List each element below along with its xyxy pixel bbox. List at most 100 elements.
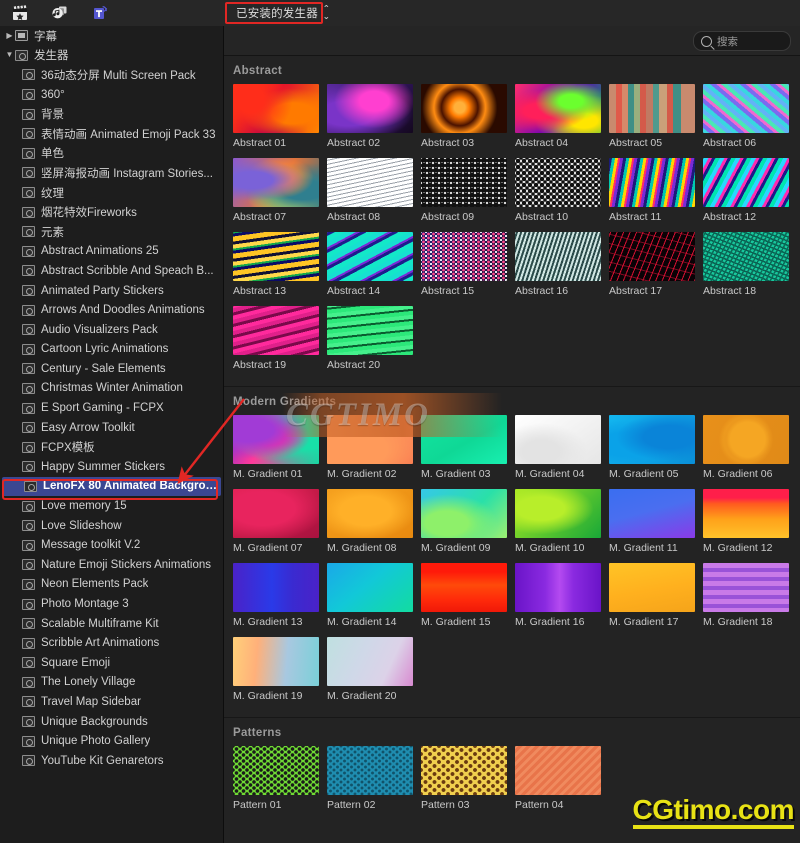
generator-cell[interactable]: M. Gradient 02 xyxy=(327,415,420,480)
generator-thumbnail[interactable] xyxy=(327,84,413,133)
generator-cell[interactable]: Abstract 13 xyxy=(233,232,326,297)
generator-thumbnail[interactable] xyxy=(609,84,695,133)
generator-cell[interactable]: Pattern 03 xyxy=(421,746,514,811)
sidebar-item[interactable]: Photo Montage 3 xyxy=(0,594,223,614)
sidebar-item[interactable]: Travel Map Sidebar xyxy=(0,692,223,712)
generator-cell[interactable]: M. Gradient 06 xyxy=(703,415,796,480)
generator-thumbnail[interactable] xyxy=(233,158,319,207)
generator-thumbnail[interactable] xyxy=(421,415,507,464)
generator-cell[interactable]: Abstract 06 xyxy=(703,84,796,149)
generator-cell[interactable]: M. Gradient 15 xyxy=(421,563,514,628)
generator-cell[interactable]: Abstract 12 xyxy=(703,158,796,223)
generator-cell[interactable]: Abstract 19 xyxy=(233,306,326,371)
generator-cell[interactable]: M. Gradient 14 xyxy=(327,563,420,628)
generator-cell[interactable]: Abstract 16 xyxy=(515,232,608,297)
sidebar-item[interactable]: Neon Elements Pack xyxy=(0,575,223,595)
generator-cell[interactable]: Abstract 07 xyxy=(233,158,326,223)
generator-thumbnail[interactable] xyxy=(233,232,319,281)
effects-browser-icon[interactable] xyxy=(10,4,30,22)
sidebar-item[interactable]: Nature Emoji Stickers Animations xyxy=(0,555,223,575)
sidebar-item[interactable]: Happy Summer Stickers xyxy=(0,457,223,477)
generator-thumbnail[interactable] xyxy=(421,232,507,281)
generator-thumbnail[interactable] xyxy=(515,84,601,133)
sidebar-item-selected[interactable]: LenoFX 80 Animated Backgrounds xyxy=(2,476,221,497)
sidebar-group-generators[interactable]: ▼ 发生器 xyxy=(0,46,223,66)
generator-cell[interactable]: Abstract 17 xyxy=(609,232,702,297)
disclosure-triangle-icon[interactable]: ▼ xyxy=(4,51,15,59)
generator-thumbnail[interactable] xyxy=(327,637,413,686)
generator-cell[interactable]: M. Gradient 08 xyxy=(327,489,420,554)
generator-thumbnail[interactable] xyxy=(703,415,789,464)
sidebar-group-titles[interactable]: ▶ 字幕 xyxy=(0,26,223,46)
generator-thumbnail[interactable] xyxy=(515,415,601,464)
sidebar-item[interactable]: 烟花特效Fireworks xyxy=(0,202,223,222)
generator-thumbnail[interactable] xyxy=(515,158,601,207)
generator-thumbnail[interactable] xyxy=(233,306,319,355)
generator-thumbnail[interactable] xyxy=(233,746,319,795)
generator-thumbnail[interactable] xyxy=(515,563,601,612)
generator-cell[interactable]: M. Gradient 19 xyxy=(233,637,326,702)
generator-cell[interactable]: M. Gradient 07 xyxy=(233,489,326,554)
disclosure-triangle-icon[interactable]: ▶ xyxy=(4,31,15,40)
browser-category-dropdown[interactable]: 已安装的发生器 ⌃ ⌄ xyxy=(232,4,334,22)
generator-thumbnail[interactable] xyxy=(421,563,507,612)
sidebar-item[interactable]: Arrows And Doodles Animations xyxy=(0,300,223,320)
generator-thumbnail[interactable] xyxy=(233,415,319,464)
generator-cell[interactable]: Abstract 09 xyxy=(421,158,514,223)
sidebar-item[interactable]: FCPX模板 xyxy=(0,437,223,457)
library-sidebar[interactable]: ▶ 字幕 ▼ 发生器 36动态分屏 Multi Screen Pack 360° 背景 表情动… xyxy=(0,26,224,843)
generator-thumbnail[interactable] xyxy=(421,84,507,133)
generator-cell[interactable]: M. Gradient 17 xyxy=(609,563,702,628)
generator-cell[interactable]: Abstract 20 xyxy=(327,306,420,371)
generator-cell[interactable]: M. Gradient 16 xyxy=(515,563,608,628)
generator-thumbnail[interactable] xyxy=(327,306,413,355)
generator-thumbnail[interactable] xyxy=(233,84,319,133)
generator-cell[interactable]: Abstract 04 xyxy=(515,84,608,149)
sidebar-item[interactable]: Cartoon Lyric Animations xyxy=(0,340,223,360)
generator-cell[interactable]: M. Gradient 01 xyxy=(233,415,326,480)
generator-thumbnail[interactable] xyxy=(327,489,413,538)
generator-cell[interactable]: M. Gradient 04 xyxy=(515,415,608,480)
generator-thumbnail[interactable] xyxy=(703,563,789,612)
generator-cell[interactable]: Abstract 10 xyxy=(515,158,608,223)
sidebar-item[interactable]: 单色 xyxy=(0,144,223,164)
generator-thumbnail[interactable] xyxy=(703,84,789,133)
sidebar-item[interactable]: 36动态分屏 Multi Screen Pack xyxy=(0,65,223,85)
generator-thumbnail[interactable] xyxy=(421,158,507,207)
generator-cell[interactable]: M. Gradient 20 xyxy=(327,637,420,702)
generator-cell[interactable]: M. Gradient 13 xyxy=(233,563,326,628)
search-field[interactable]: 搜索 xyxy=(693,31,791,51)
generator-thumbnail[interactable] xyxy=(515,746,601,795)
sidebar-item[interactable]: Easy Arrow Toolkit xyxy=(0,418,223,438)
generator-cell[interactable]: Abstract 05 xyxy=(609,84,702,149)
sidebar-item[interactable]: Scalable Multiframe Kit xyxy=(0,614,223,634)
sidebar-item[interactable]: Audio Visualizers Pack xyxy=(0,320,223,340)
sidebar-item[interactable]: Square Emoji xyxy=(0,653,223,673)
generator-thumbnail[interactable] xyxy=(327,415,413,464)
generator-thumbnail[interactable] xyxy=(609,232,695,281)
sidebar-item[interactable]: Love memory 15 xyxy=(0,496,223,516)
generator-thumbnail[interactable] xyxy=(233,489,319,538)
sidebar-item[interactable]: 表情动画 Animated Emoji Pack 33 xyxy=(0,124,223,144)
generator-thumbnail[interactable] xyxy=(609,563,695,612)
sidebar-item[interactable]: E Sport Gaming - FCPX xyxy=(0,398,223,418)
generator-cell[interactable]: M. Gradient 18 xyxy=(703,563,796,628)
generator-thumbnail[interactable] xyxy=(233,563,319,612)
titles-generators-browser-icon[interactable] xyxy=(90,4,110,22)
generator-thumbnail[interactable] xyxy=(609,489,695,538)
generator-cell[interactable]: Abstract 02 xyxy=(327,84,420,149)
generator-cell[interactable]: Pattern 01 xyxy=(233,746,326,811)
sidebar-item[interactable]: Scribble Art Animations xyxy=(0,633,223,653)
generator-cell[interactable]: Abstract 03 xyxy=(421,84,514,149)
generator-cell[interactable]: Pattern 04 xyxy=(515,746,608,811)
sidebar-item[interactable]: 纹理 xyxy=(0,183,223,203)
generator-thumbnail[interactable] xyxy=(609,158,695,207)
generator-thumbnail[interactable] xyxy=(515,232,601,281)
sidebar-item[interactable]: 360° xyxy=(0,85,223,105)
generator-cell[interactable]: Abstract 18 xyxy=(703,232,796,297)
generator-cell[interactable]: M. Gradient 12 xyxy=(703,489,796,554)
generator-cell[interactable]: Pattern 02 xyxy=(327,746,420,811)
generator-thumbnail[interactable] xyxy=(327,232,413,281)
generator-thumbnail[interactable] xyxy=(703,489,789,538)
sidebar-item[interactable]: Christmas Winter Animation xyxy=(0,379,223,399)
